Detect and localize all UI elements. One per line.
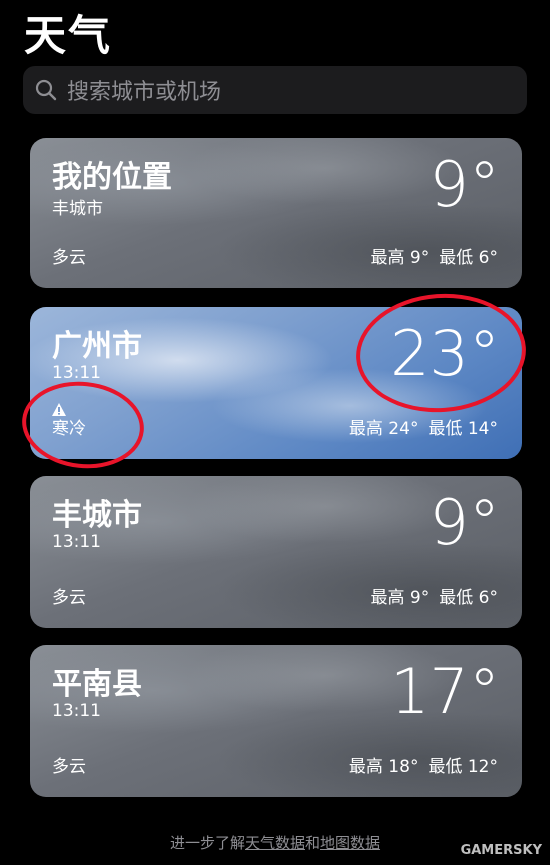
weather-card-fengcheng[interactable]: 丰城市 13:11 9° 多云 最高 9° 最低 6° bbox=[30, 476, 522, 628]
search-placeholder: 搜索城市或机场 bbox=[67, 80, 222, 105]
weather-condition: 多云 bbox=[52, 588, 86, 608]
search-input[interactable]: 搜索城市或机场 bbox=[23, 66, 527, 114]
city-name: 平南县 bbox=[52, 667, 142, 702]
current-temperature: 23° bbox=[390, 317, 500, 390]
city-name: 我的位置 bbox=[52, 160, 172, 195]
low-temperature: 最低 6° bbox=[439, 588, 498, 608]
weather-condition: 多云 bbox=[52, 248, 86, 268]
high-temperature: 最高 24° bbox=[348, 419, 419, 439]
weather-condition: 多云 bbox=[52, 757, 86, 777]
high-low: 最高 24° 最低 14° bbox=[349, 414, 498, 439]
weather-condition: 寒冷 bbox=[52, 419, 86, 439]
watermark: GAMERSKY bbox=[460, 843, 542, 858]
high-temperature: 最高 9° bbox=[370, 248, 430, 268]
current-temperature: 9° bbox=[429, 486, 500, 559]
city-subtitle: 丰城市 bbox=[52, 199, 103, 219]
city-subtitle: 13:11 bbox=[52, 701, 101, 721]
high-low: 最高 18° 最低 12° bbox=[349, 752, 498, 777]
high-temperature: 最高 9° bbox=[370, 588, 430, 608]
weather-data-link[interactable]: 天气数据 bbox=[245, 834, 305, 852]
city-name: 广州市 bbox=[52, 329, 142, 364]
high-low: 最高 9° 最低 6° bbox=[371, 583, 498, 608]
weather-card-pingnan[interactable]: 平南县 13:11 17° 多云 最高 18° 最低 12° bbox=[30, 645, 522, 797]
map-data-link[interactable]: 地图数据 bbox=[320, 834, 380, 852]
low-temperature: 最低 14° bbox=[428, 419, 498, 439]
footer-prefix: 进一步了解 bbox=[169, 834, 245, 852]
high-low: 最高 9° 最低 6° bbox=[371, 243, 498, 268]
low-temperature: 最低 6° bbox=[439, 248, 498, 268]
footer-conjunction: 和 bbox=[305, 834, 321, 852]
weather-card-my-location[interactable]: 我的位置 丰城市 9° 多云 最高 9° 最低 6° bbox=[30, 138, 522, 288]
current-temperature: 9° bbox=[429, 148, 500, 221]
search-icon bbox=[35, 79, 57, 101]
high-temperature: 最高 18° bbox=[348, 757, 419, 777]
city-name: 丰城市 bbox=[52, 498, 142, 533]
page-title: 天气 bbox=[24, 11, 113, 60]
low-temperature: 最低 12° bbox=[428, 757, 498, 777]
weather-card-guangzhou[interactable]: 广州市 13:11 23° 寒冷 最高 24° 最低 14° bbox=[30, 307, 522, 459]
city-subtitle: 13:11 bbox=[52, 363, 101, 383]
current-temperature: 17° bbox=[390, 655, 500, 728]
city-subtitle: 13:11 bbox=[52, 532, 101, 552]
